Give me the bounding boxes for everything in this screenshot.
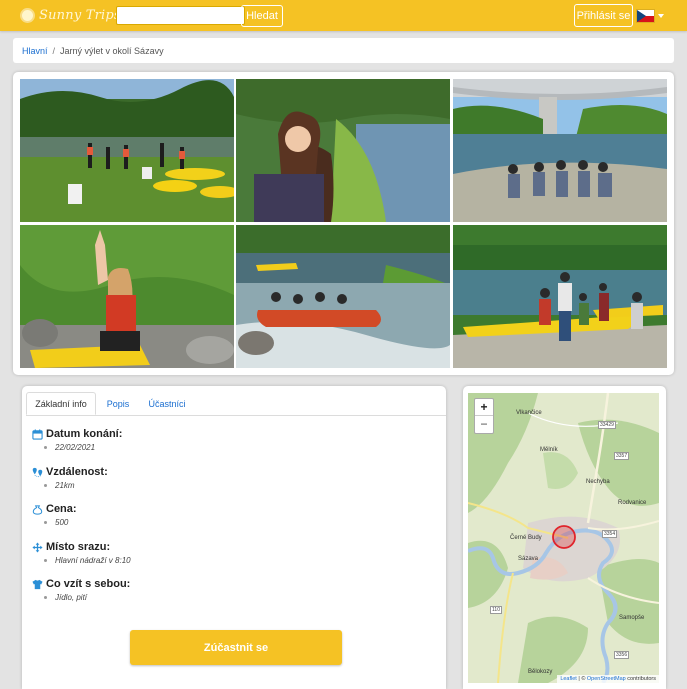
- attribution-separator: | ©: [576, 676, 587, 682]
- group-with-kayaks-photo[interactable]: [453, 225, 667, 368]
- join-button[interactable]: Zúčastnit se: [130, 630, 342, 665]
- logo-text: Sunny Trips: [39, 7, 121, 23]
- meeting-point-field: Místo srazu: Hlavní nádraží v 8:10: [32, 541, 131, 565]
- login-button[interactable]: Přihlásit se: [574, 4, 633, 27]
- tshirt-icon: [32, 579, 43, 590]
- date-value: 22/02/2021: [55, 443, 96, 452]
- calendar-icon: [32, 428, 43, 440]
- cz-flag-icon: [636, 9, 655, 23]
- money-bag-icon: [32, 504, 43, 515]
- breadcrumb-separator: /: [52, 45, 56, 56]
- date-field: Datum konání: 22/02/2021: [32, 428, 122, 452]
- what-to-bring-label: Co vzít s sebou:: [46, 578, 131, 590]
- crosshair-arrows-icon: [32, 541, 43, 553]
- location-map[interactable]: + − Vlkančice Mělník Nechyba Rodvanice Č…: [468, 393, 659, 683]
- raft-on-rapids-photo[interactable]: [236, 225, 450, 368]
- what-to-bring-value: Jídlo, pití: [55, 593, 88, 602]
- breadcrumb: Hlavní / Jarný výlet v okolí Sázavy: [13, 38, 674, 63]
- attribution-contributors: contributors: [625, 676, 656, 682]
- date-label: Datum konání:: [46, 428, 123, 440]
- map-label-melnik: Mělník: [540, 447, 558, 453]
- map-label-cerne-budy: Černé Budy: [510, 535, 542, 541]
- woman-in-life-vest-photo[interactable]: [20, 225, 234, 368]
- tab-description[interactable]: Popis: [100, 392, 136, 415]
- search-button[interactable]: Hledat: [241, 5, 283, 27]
- search-input[interactable]: [116, 6, 245, 25]
- event-info-panel: Základní info Popis Účastníci Datum koná…: [22, 386, 446, 689]
- kayaks-on-riverbank-photo[interactable]: [20, 79, 234, 222]
- leaflet-link[interactable]: Leaflet: [560, 676, 577, 682]
- photo-gallery: [13, 72, 674, 375]
- distance-value: 21km: [55, 481, 75, 490]
- map-card: + − Vlkančice Mělník Nechyba Rodvanice Č…: [463, 386, 666, 689]
- group-under-bridge-photo[interactable]: [453, 79, 667, 222]
- breadcrumb-home[interactable]: Hlavní: [22, 46, 48, 56]
- map-label-belokozy: Bělokozy: [528, 669, 553, 675]
- location-marker[interactable]: [552, 525, 576, 549]
- tab-basic-info[interactable]: Základní info: [26, 392, 96, 415]
- distance-label: Vzdálenost:: [46, 466, 108, 478]
- zoom-in-button[interactable]: +: [475, 399, 493, 415]
- road-number-33429: 33429: [598, 421, 616, 429]
- road-number-3354: 3354: [602, 530, 618, 538]
- caret-down-icon: [658, 14, 664, 18]
- map-label-rodvanice: Rodvanice: [618, 500, 647, 506]
- road-number-3357: 3357: [614, 452, 630, 460]
- meeting-point-value: Hlavní nádraží v 8:10: [55, 556, 131, 565]
- road-number-3356: 3356: [614, 651, 630, 659]
- map-label-vlkancice: Vlkančice: [516, 410, 542, 416]
- meeting-point-label: Místo srazu:: [46, 541, 111, 553]
- map-pins-icon: [32, 467, 43, 478]
- language-selector[interactable]: [636, 9, 664, 23]
- price-label: Cena:: [46, 503, 77, 515]
- distance-field: Vzdálenost: 21km: [32, 466, 108, 490]
- woman-portrait-by-river-photo[interactable]: [236, 79, 450, 222]
- map-label-sazava: Sázava: [518, 556, 539, 562]
- top-navbar: Sunny Trips Hledat Přihlásit se: [0, 0, 687, 31]
- map-label-nechyba: Nechyba: [586, 479, 610, 485]
- price-field: Cena: 500: [32, 503, 77, 527]
- breadcrumb-current: Jarný výlet v okolí Sázavy: [60, 45, 164, 56]
- zoom-out-button[interactable]: −: [475, 415, 493, 432]
- sun-icon: [22, 9, 33, 21]
- tab-participants[interactable]: Účastníci: [142, 392, 192, 415]
- map-attribution: Leaflet | © OpenStreetMap contributors: [557, 675, 659, 683]
- openstreetmap-link[interactable]: OpenStreetMap: [587, 676, 626, 682]
- tab-bar: Základní info Popis Účastníci: [26, 392, 446, 416]
- logo[interactable]: Sunny Trips: [22, 6, 121, 24]
- what-to-bring-field: Co vzít s sebou: Jídlo, pití: [32, 578, 130, 602]
- road-number-110: 110: [490, 606, 502, 614]
- zoom-control: + −: [474, 398, 494, 434]
- map-label-samopse: Samopše: [619, 615, 645, 621]
- price-value: 500: [55, 518, 69, 527]
